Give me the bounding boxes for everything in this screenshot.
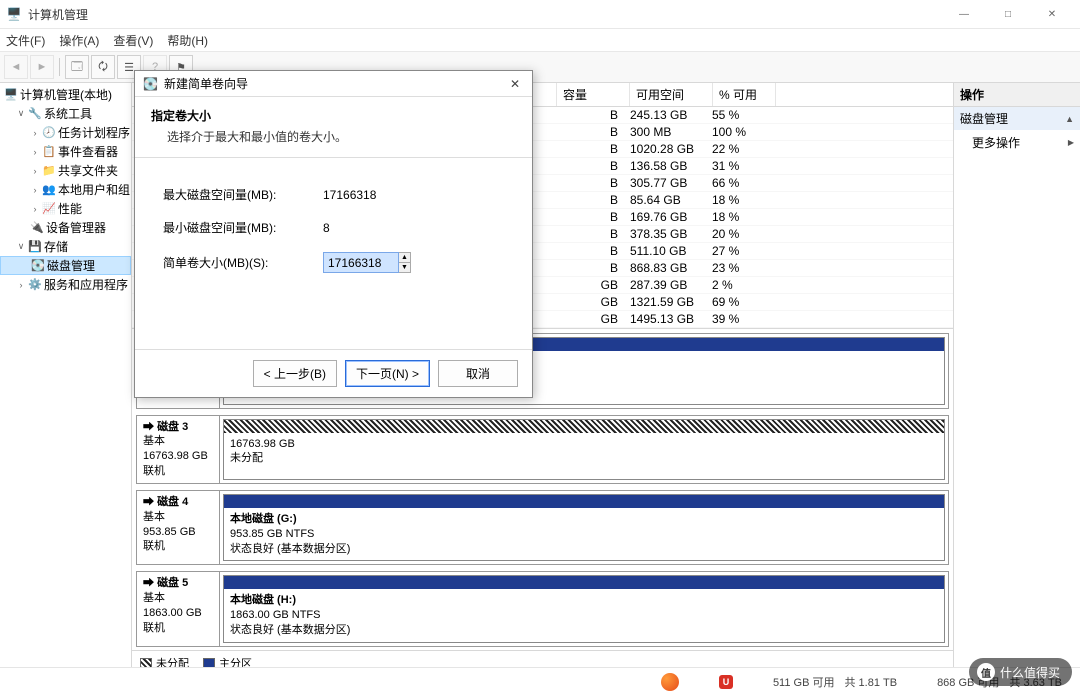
window-close-button[interactable]: ✕ <box>1030 1 1074 27</box>
min-space-label: 最小磁盘空间量(MB): <box>163 219 323 236</box>
volume-size-label: 简单卷大小(MB)(S): <box>163 254 323 271</box>
menu-view[interactable]: 查看(V) <box>113 32 153 49</box>
disk-row-5[interactable]: ➡ 磁盘 5 基本 1863.00 GB 联机 本地磁盘 (H:) 1863.0… <box>136 571 949 647</box>
tree-services[interactable]: ›⚙️服务和应用程序 <box>0 275 131 294</box>
nav-tree: 🖥️计算机管理(本地) ∨🔧系统工具 ›🕗任务计划程序 ›📋事件查看器 ›📁共享… <box>0 83 132 675</box>
actions-header: 操作 <box>954 83 1080 107</box>
stripe-primary-icon <box>224 495 944 508</box>
tree-event-viewer[interactable]: ›📋事件查看器 <box>0 142 131 161</box>
window-maximize-button[interactable]: □ <box>986 1 1030 27</box>
col-capacity[interactable]: 容量 <box>557 83 630 106</box>
wizard-icon: 💽 <box>143 77 158 91</box>
disk-info: ➡ 磁盘 3 基本 16763.98 GB 联机 <box>137 416 220 483</box>
actions-pane: 操作 磁盘管理▲ 更多操作▶ <box>953 83 1080 675</box>
menu-file[interactable]: 文件(F) <box>6 32 45 49</box>
tree-root[interactable]: 🖥️计算机管理(本地) <box>0 85 131 104</box>
chevron-right-icon: ▶ <box>1068 138 1074 147</box>
wizard-heading: 指定卷大小 <box>151 107 516 124</box>
tool-icon[interactable]: 🗔 <box>65 55 89 79</box>
wizard-title: 新建简单卷向导 <box>164 75 506 92</box>
menu-action[interactable]: 操作(A) <box>59 32 99 49</box>
toolbar-separator <box>59 58 60 76</box>
max-space-value: 17166318 <box>323 188 443 202</box>
wizard-close-button[interactable]: ✕ <box>506 77 524 91</box>
desktop-strip: U 511 GB 可用共 1.81 TB 868 GB 可用共 3.63 TB <box>0 667 1080 696</box>
wizard-header: 指定卷大小 选择介于最大和最小值的卷大小。 <box>135 97 532 158</box>
tree-shared-folders[interactable]: ›📁共享文件夹 <box>0 161 131 180</box>
stripe-unallocated-icon <box>224 420 944 433</box>
volume-size-spinner[interactable]: ▲ ▼ <box>399 252 411 273</box>
col-free[interactable]: 可用空间 <box>630 83 713 106</box>
tree-performance[interactable]: ›📈性能 <box>0 199 131 218</box>
disk-row-3[interactable]: ➡ 磁盘 3 基本 16763.98 GB 联机 16763.98 GB 未分配 <box>136 415 949 484</box>
tray-icon <box>661 673 679 691</box>
actions-more[interactable]: 更多操作▶ <box>954 130 1080 155</box>
window-minimize-button[interactable]: — <box>942 1 986 27</box>
tree-system-tools[interactable]: ∨🔧系统工具 <box>0 104 131 123</box>
watermark-icon: 值 <box>977 663 995 681</box>
app-icon: 🖥️ <box>6 6 22 22</box>
menu-bar: 文件(F) 操作(A) 查看(V) 帮助(H) <box>0 29 1080 52</box>
disk-info: ➡ 磁盘 4 基本 953.85 GB 联机 <box>137 491 220 565</box>
wizard-next-button[interactable]: 下一页(N) > <box>345 360 430 387</box>
refresh-button[interactable]: 🗘 <box>91 55 115 79</box>
wizard-subheading: 选择介于最大和最小值的卷大小。 <box>151 128 516 145</box>
min-space-value: 8 <box>323 221 443 235</box>
watermark: 值 什么值得买 <box>969 658 1072 686</box>
spin-up-icon[interactable]: ▲ <box>399 253 410 263</box>
col-pct[interactable]: % 可用 <box>713 83 776 106</box>
tree-storage[interactable]: ∨💾存储 <box>0 237 131 256</box>
actions-subheader[interactable]: 磁盘管理▲ <box>954 107 1080 130</box>
partition-unallocated[interactable]: 16763.98 GB 未分配 <box>223 419 945 480</box>
tree-task-scheduler[interactable]: ›🕗任务计划程序 <box>0 123 131 142</box>
collapse-icon: ▲ <box>1065 114 1074 124</box>
wizard-dialog: 💽 新建简单卷向导 ✕ 指定卷大小 选择介于最大和最小值的卷大小。 最大磁盘空间… <box>134 70 533 398</box>
wizard-cancel-button[interactable]: 取消 <box>438 360 518 387</box>
disk-row-4[interactable]: ➡ 磁盘 4 基本 953.85 GB 联机 本地磁盘 (G:) 953.85 … <box>136 490 949 566</box>
partition-h[interactable]: 本地磁盘 (H:) 1863.00 GB NTFS 状态良好 (基本数据分区) <box>223 575 945 643</box>
nav-forward-button[interactable]: ► <box>30 55 54 79</box>
watermark-text: 什么值得买 <box>1000 664 1060 681</box>
disk-info: ➡ 磁盘 5 基本 1863.00 GB 联机 <box>137 572 220 646</box>
wizard-back-button[interactable]: < 上一步(B) <box>253 360 337 387</box>
tree-disk-management[interactable]: 💽磁盘管理 <box>0 256 131 275</box>
tree-device-manager[interactable]: 🔌设备管理器 <box>0 218 131 237</box>
menu-help[interactable]: 帮助(H) <box>167 32 208 49</box>
window-titlebar: 🖥️ 计算机管理 — □ ✕ <box>0 0 1080 29</box>
volume-size-input[interactable] <box>323 252 399 273</box>
max-space-label: 最大磁盘空间量(MB): <box>163 186 323 203</box>
window-title: 计算机管理 <box>28 6 942 23</box>
spin-down-icon[interactable]: ▼ <box>399 263 410 272</box>
tree-local-users[interactable]: ›👥本地用户和组 <box>0 180 131 199</box>
tray-badge-icon: U <box>719 675 733 689</box>
nav-back-button[interactable]: ◄ <box>4 55 28 79</box>
partition-g[interactable]: 本地磁盘 (G:) 953.85 GB NTFS 状态良好 (基本数据分区) <box>223 494 945 562</box>
stripe-primary-icon <box>224 576 944 589</box>
